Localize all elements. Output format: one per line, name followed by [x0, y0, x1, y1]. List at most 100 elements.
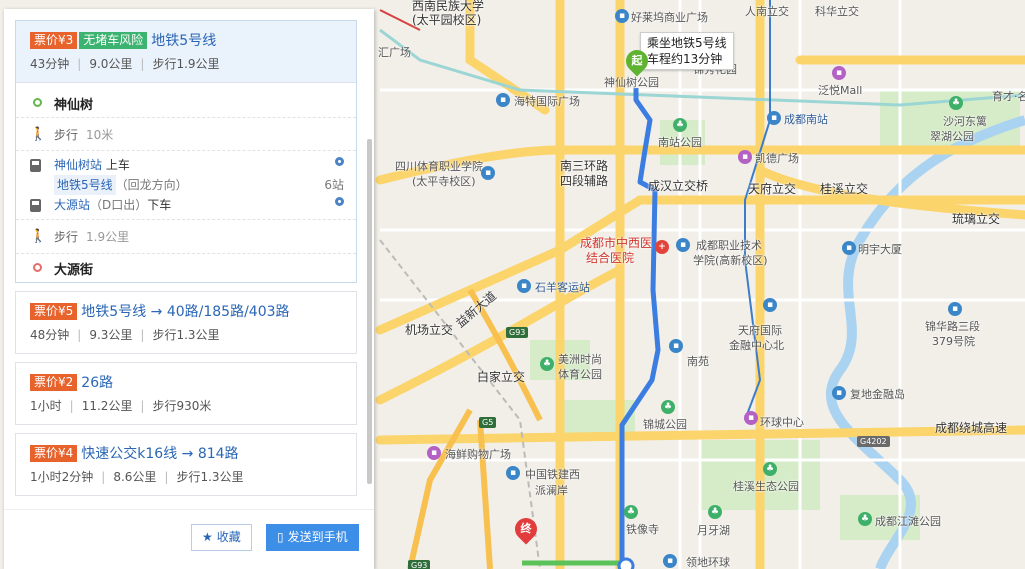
walk-icon: 🚶 [30, 229, 47, 244]
price-badge: 票价¥2 [30, 374, 78, 391]
route-card-header[interactable]: 票价¥3 无堵车风险 地铁5号线 [16, 21, 356, 49]
map-label: 领地环球 [686, 556, 730, 569]
map-label: (太平园校区) [412, 13, 482, 27]
favorite-label: 收藏 [216, 530, 241, 544]
map-label: 人南立交 [745, 5, 789, 18]
map-label: 成都江滩公园 [875, 515, 941, 528]
route-tooltip: 乘坐地铁5号线 车程约13分钟 [640, 32, 734, 70]
park-icon[interactable]: ♣ [949, 96, 963, 110]
map-label: 成都绕城高速 [935, 421, 1008, 435]
map-label: 神仙树公园 [604, 76, 659, 89]
building-icon[interactable]: ▪ [506, 466, 520, 480]
route-panel: 票价¥3 无堵车风险 地铁5号线 43分钟 | 9.0公里 | 步行1.9公里 神仙树 🚶 … [4, 9, 374, 569]
route-duration: 1小时2分钟 [30, 470, 94, 484]
walk-label: 步行 [54, 127, 79, 142]
building-icon[interactable]: ▪ [842, 241, 856, 255]
line-direction: （回龙方向） [115, 178, 188, 192]
walk-step: 🚶 步行 1.9公里 [16, 220, 356, 254]
hospital-icon[interactable]: + [655, 240, 669, 254]
map-label: 环球中心 [760, 416, 804, 429]
board-station[interactable]: 神仙树站 [54, 155, 102, 175]
building-icon[interactable]: ▪ [663, 554, 677, 568]
stop-count[interactable]: 6站 [324, 175, 344, 195]
route-walk: 步行1.9公里 [152, 57, 220, 71]
mall-icon[interactable]: ▪ [615, 9, 629, 23]
route-card[interactable]: 票价¥5 地铁5号线 → 40路/185路/403路 48分钟 | 9.3公里 | 步行1… [15, 291, 357, 354]
route-name: 快速公交k16线 → 814路 [81, 445, 239, 462]
school-icon[interactable]: ▪ [676, 238, 690, 252]
start-pin-label: 起 [631, 54, 643, 67]
map-label: 复地金融岛 [850, 388, 905, 401]
park-icon[interactable]: ♣ [763, 462, 777, 476]
end-pin[interactable]: 终 [510, 513, 542, 545]
map-label: 南苑 [687, 355, 709, 368]
park-icon[interactable]: ♣ [708, 505, 722, 519]
subway-icon [30, 198, 41, 218]
map-label: 结合医院 [586, 251, 635, 265]
alight-location-icon[interactable] [335, 195, 344, 215]
building-icon[interactable]: ▪ [948, 302, 962, 316]
line-name[interactable]: 地铁5号线 [54, 175, 116, 195]
map-label: 铁像寺 [626, 523, 659, 536]
route-meta: 43分钟 | 9.0公里 | 步行1.9公里 [30, 57, 220, 71]
school-icon[interactable]: ▪ [481, 166, 495, 180]
building-icon[interactable]: ▪ [669, 339, 683, 353]
route-card-header[interactable]: 票价¥4 快速公交k16线 → 814路 [16, 434, 356, 462]
route-distance: 9.3公里 [89, 328, 133, 342]
map-label: 美洲时尚 [558, 353, 602, 366]
route-duration: 43分钟 [30, 57, 70, 71]
walk-icon: 🚶 [30, 126, 47, 142]
map-label: 月牙湖 [697, 524, 730, 537]
route-meta: 1小时2分钟 | 8.6公里 | 步行1.3公里 [30, 470, 244, 484]
building-icon[interactable]: ▪ [832, 386, 846, 400]
map-label: 四段辅路 [560, 174, 609, 188]
walk-distance: 10米 [86, 127, 114, 142]
map-label: 天府国际 [738, 324, 782, 337]
route-distance: 11.2公里 [81, 399, 133, 413]
shopping-icon[interactable]: ▪ [738, 150, 752, 164]
route-card-header[interactable]: 票价¥5 地铁5号线 → 40路/185路/403路 [16, 292, 356, 320]
route-duration: 48分钟 [30, 328, 70, 342]
alight-station[interactable]: 大源站 [54, 195, 90, 215]
route-walk: 步行1.3公里 [152, 328, 220, 342]
building-icon[interactable]: ▪ [763, 298, 777, 312]
park-icon[interactable]: ♣ [661, 400, 675, 414]
bus-station-icon[interactable]: ▪ [517, 279, 531, 293]
temple-icon[interactable]: ♣ [624, 505, 638, 519]
route-card[interactable]: 票价¥2 26路 1小时 | 11.2公里 | 步行930米 [15, 362, 357, 425]
train-station-icon[interactable]: ▪ [767, 111, 781, 125]
end-dot-icon [30, 261, 44, 276]
mall-icon[interactable]: ▪ [496, 93, 510, 107]
send-to-phone-button[interactable]: ▯ 发送到手机 [266, 524, 359, 551]
map-label: 学院(高新校区) [693, 254, 768, 267]
end-pin-label: 终 [520, 522, 532, 535]
panel-footer: ★ 收藏 ▯ 发送到手机 [4, 509, 374, 569]
map-label: 白家立交 [477, 370, 526, 384]
park-icon[interactable]: ♣ [540, 357, 554, 371]
start-dot-icon [30, 96, 44, 111]
route-card[interactable]: 票价¥4 快速公交k16线 → 814路 1小时2分钟 | 8.6公里 | 步行1.3公里 [15, 433, 357, 496]
walk-label: 步行 [54, 230, 79, 244]
route-meta: 1小时 | 11.2公里 | 步行930米 [30, 399, 212, 413]
walk-step: 🚶 步行 10米 [16, 117, 356, 151]
map-label: 海鲜购物广场 [445, 448, 511, 461]
route-card[interactable]: 票价¥3 无堵车风险 地铁5号线 43分钟 | 9.0公里 | 步行1.9公里 神仙树 🚶 … [15, 20, 357, 283]
board-location-icon[interactable] [335, 155, 344, 175]
route-list: 票价¥3 无堵车风险 地铁5号线 43分钟 | 9.0公里 | 步行1.9公里 神仙树 🚶 … [4, 9, 366, 509]
park-icon[interactable]: ♣ [858, 512, 872, 526]
panel-scrollbar[interactable] [367, 139, 372, 484]
map-label: 成汉立交桥 [648, 179, 709, 193]
route-distance: 8.6公里 [113, 470, 157, 484]
start-pin[interactable]: 起 [621, 45, 653, 77]
shopping-icon[interactable]: ▪ [832, 66, 846, 80]
shopping-icon[interactable]: ▪ [427, 446, 441, 460]
map-label: 天府立交 [748, 182, 797, 196]
map-label: (太平寺校区) [412, 175, 476, 188]
route-card-header[interactable]: 票价¥2 26路 [16, 363, 356, 391]
shopping-icon[interactable]: ▪ [744, 411, 758, 425]
favorite-button[interactable]: ★ 收藏 [191, 524, 252, 551]
board-row: 神仙树站 上车 [16, 155, 356, 175]
highway-shield: G93 [408, 560, 431, 569]
park-icon[interactable]: ♣ [673, 118, 687, 132]
end-stop: 大源街 [16, 254, 356, 282]
